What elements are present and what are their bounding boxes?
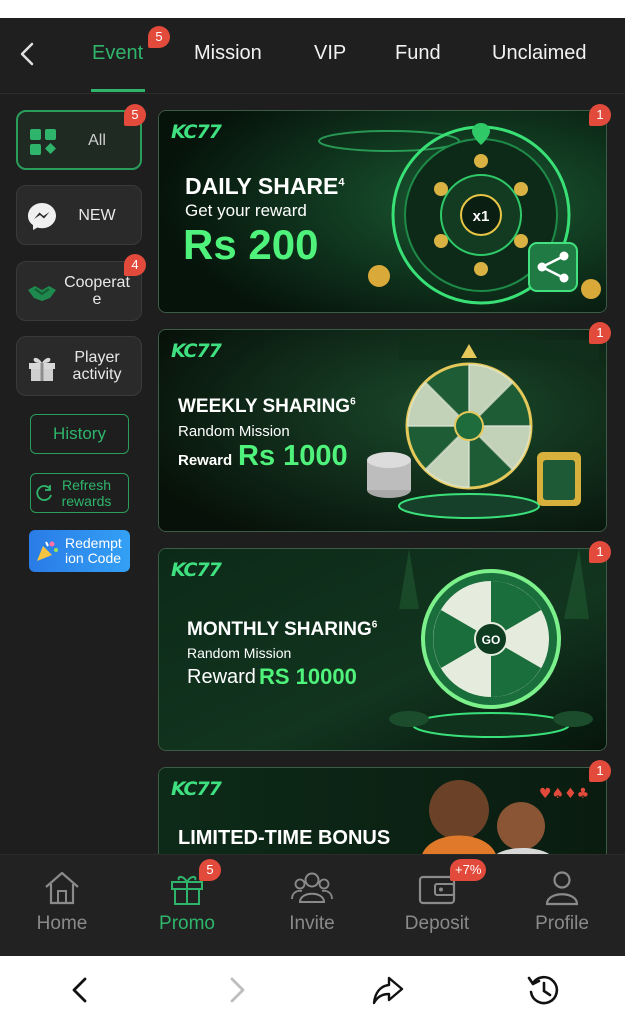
banner-subtitle: Random Mission bbox=[187, 645, 292, 661]
tab-event[interactable]: Event bbox=[92, 42, 143, 65]
banner-badge: 1 bbox=[589, 760, 611, 782]
sidebar-item-player-activity[interactable]: Player activity bbox=[16, 336, 142, 396]
refresh-rewards-button[interactable]: Refresh rewards bbox=[30, 473, 129, 513]
browser-history-button[interactable] bbox=[525, 972, 561, 1008]
refresh-label: Refresh rewards bbox=[61, 477, 112, 509]
nav-profile-label: Profile bbox=[535, 913, 589, 934]
banner-badge: 1 bbox=[589, 104, 611, 126]
banner-weekly-sharing[interactable]: KC77 WEEKLY SHARING6 Random Mission Rewa… bbox=[158, 329, 607, 532]
sidebar-item-label: NEW bbox=[78, 206, 116, 224]
back-button[interactable] bbox=[14, 38, 42, 70]
chevron-left-icon bbox=[20, 42, 34, 66]
top-navigation: Event 5 Mission VIP Fund Unclaimed bbox=[0, 18, 625, 93]
sidebar-all-badge: 5 bbox=[124, 104, 146, 126]
banner-title: DAILY SHARE4 bbox=[185, 173, 345, 199]
nav-home[interactable]: Home bbox=[7, 869, 117, 935]
chevron-left-icon bbox=[72, 977, 87, 1003]
nav-promo-label: Promo bbox=[159, 913, 215, 934]
tab-unclaimed[interactable]: Unclaimed bbox=[492, 42, 586, 65]
users-icon bbox=[291, 872, 333, 903]
gift-icon bbox=[29, 357, 55, 381]
tab-vip[interactable]: VIP bbox=[314, 42, 346, 65]
svg-text:x1: x1 bbox=[473, 208, 490, 225]
banner-badge: 1 bbox=[589, 541, 611, 563]
sidebar-item-new[interactable]: NEW bbox=[16, 185, 142, 245]
nav-promo[interactable]: Promo bbox=[132, 869, 242, 935]
nav-invite[interactable]: Invite bbox=[257, 869, 367, 935]
banner-subtitle: Get your reward bbox=[185, 201, 307, 220]
tab-event-badge: 5 bbox=[148, 26, 170, 48]
sidebar-item-label: Player activity bbox=[72, 349, 122, 383]
banner-logo: KC77 bbox=[171, 121, 222, 143]
history-button[interactable]: History bbox=[30, 414, 129, 454]
banner-title: LIMITED-TIME BONUS bbox=[178, 827, 391, 849]
redemption-label: Redempt ion Code bbox=[65, 535, 122, 566]
banner-title: WEEKLY SHARING6 bbox=[178, 396, 356, 417]
banner-subtitle: Random Mission bbox=[178, 423, 290, 440]
refresh-icon bbox=[36, 485, 52, 501]
nav-deposit-label: Deposit bbox=[404, 913, 470, 934]
nav-invite-label: Invite bbox=[289, 913, 335, 934]
redemption-code-button[interactable]: Redempt ion Code bbox=[29, 530, 130, 572]
history-label: History bbox=[53, 424, 106, 443]
banner-reward-amount: Rs 1000 bbox=[238, 440, 348, 472]
banner-title: MONTHLY SHARING6 bbox=[187, 619, 378, 640]
browser-forward-button[interactable] bbox=[218, 972, 254, 1008]
banner-badge: 1 bbox=[589, 322, 611, 344]
browser-toolbar bbox=[0, 956, 625, 1024]
banner-reward-label: Reward bbox=[178, 452, 233, 469]
messenger-icon bbox=[28, 203, 56, 230]
banner-logo: KC77 bbox=[171, 559, 222, 581]
banner-logo: KC77 bbox=[171, 340, 222, 362]
promo-app: Event 5 Mission VIP Fund Unclaimed All 5… bbox=[0, 18, 625, 956]
user-icon bbox=[545, 871, 579, 906]
nav-deposit-badge: +7% bbox=[450, 859, 487, 881]
tab-fund[interactable]: Fund bbox=[395, 42, 441, 65]
svg-text:♥♠♦♣: ♥♠♦♣ bbox=[539, 786, 589, 802]
home-icon bbox=[45, 871, 79, 905]
banner-reward-label: Reward bbox=[187, 666, 256, 688]
banner-daily-share[interactable]: x1 KC77 DAILY SHARE4 Get your reward Rs … bbox=[158, 110, 607, 313]
svg-text:GO: GO bbox=[482, 633, 501, 647]
banner-reward-amount: Rs 200 bbox=[183, 221, 319, 268]
chevron-right-icon bbox=[230, 977, 245, 1003]
banner-logo: KC77 bbox=[171, 778, 222, 800]
browser-back-button[interactable] bbox=[63, 972, 99, 1008]
bottom-navigation: Home Promo 5 Invite Deposit +7% Profile bbox=[0, 854, 625, 956]
nav-profile[interactable]: Profile bbox=[507, 869, 617, 935]
grid-icon bbox=[30, 129, 56, 155]
browser-share-button[interactable] bbox=[370, 972, 406, 1008]
banner-reward-amount: RS 10000 bbox=[259, 664, 357, 689]
tab-mission[interactable]: Mission bbox=[194, 42, 262, 65]
history-icon bbox=[527, 975, 559, 1005]
sidebar-cooperate-badge: 4 bbox=[124, 254, 146, 276]
active-tab-indicator bbox=[91, 89, 145, 92]
nav-home-label: Home bbox=[36, 913, 88, 934]
nav-promo-badge: 5 bbox=[199, 859, 221, 881]
handshake-icon bbox=[28, 286, 56, 301]
divider bbox=[0, 93, 625, 94]
share-arrow-icon bbox=[372, 976, 404, 1005]
banner-monthly-sharing[interactable]: GO KC77 MONTHLY SHARING6 Random Mission … bbox=[158, 548, 607, 751]
celebration-icon bbox=[37, 541, 58, 561]
